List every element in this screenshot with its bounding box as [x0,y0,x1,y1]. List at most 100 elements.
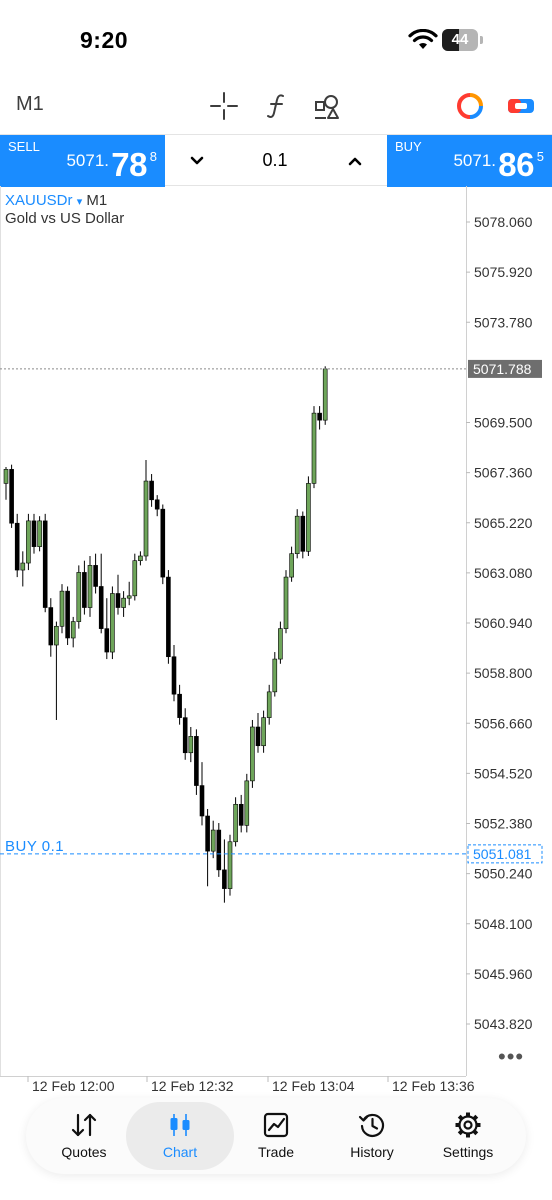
candle-body [42,520,48,608]
candle-body [199,785,205,817]
one-click-trading-icon[interactable] [506,91,536,121]
candle-body [76,572,82,622]
candle-body [132,560,138,597]
y-tick-label: 5058.800 [474,665,533,681]
candle-body [227,841,233,889]
y-tick-label: 5069.500 [474,415,533,431]
candle-body [37,520,42,547]
x-tick-label: 12 Feb 12:32 [151,1078,234,1094]
volume-decrease-chevron-icon[interactable] [183,147,211,175]
symbol-selector[interactable]: XAUUSDr ▾ M1 [5,192,107,209]
nav-label: Quotes [61,1144,107,1160]
timeframe-button[interactable]: M1 [16,93,44,116]
y-tick-label: 5078.060 [474,214,533,230]
candle-body [233,803,238,843]
buy-label: BUY [395,139,422,154]
y-tick-label: 5054.520 [474,765,533,781]
candle-body [300,515,306,552]
candle-body [154,499,160,510]
candle-body [121,597,126,608]
candle-body [166,576,171,658]
buy-price-main: 5071. [453,151,496,170]
candle-body [238,803,244,826]
indicator-function-icon[interactable] [262,91,292,121]
symbol-dropdown-icon: ▾ [76,196,83,208]
more-options-icon[interactable]: ••• [498,1044,524,1070]
status-time: 9:20 [80,27,129,53]
candle-body [311,412,317,484]
candle-body [20,562,26,571]
y-tick-label: 5052.380 [474,816,533,832]
nav-label: Chart [162,1144,198,1160]
buy-button[interactable]: BUY 5071. 86 5 [387,135,552,187]
y-tick-label: 5050.240 [474,866,533,882]
nav-quotes[interactable]: Quotes [34,1098,134,1174]
candle-body [104,628,110,653]
volume-increase-chevron-icon[interactable] [341,147,369,175]
quotes-arrows-icon [71,1113,97,1137]
candle-body [266,691,272,718]
settings-gear-icon [455,1112,481,1138]
bottom-navigation: Quotes Chart Trade History Settings [26,1098,526,1174]
y-tick-label: 5073.780 [474,314,533,330]
buy-price-sup: 5 [536,149,544,164]
candlestick-chart-icon [170,1114,190,1136]
y-tick-label: 5048.100 [474,916,533,932]
candle-body [98,586,104,629]
candle-body [14,522,20,571]
candle-body [216,829,222,871]
candle-body [322,368,328,421]
nav-label: History [350,1144,394,1160]
candle-body [210,829,216,852]
candle-body [289,553,294,578]
candle-body [182,717,188,754]
y-tick-label: 5056.660 [474,715,533,731]
sell-label: SELL [8,139,40,154]
candle-body [65,590,70,639]
wifi-icon [408,29,438,49]
y-tick-label: 5045.960 [474,966,533,982]
y-tick-label: 5043.820 [474,1016,533,1032]
candle-body [244,780,250,826]
candle-body [9,469,14,524]
symbol-timeframe: M1 [86,192,108,209]
nav-settings[interactable]: Settings [418,1098,518,1174]
nav-trade[interactable]: Trade [226,1098,326,1174]
sell-price-main: 5071. [66,151,109,170]
buy-order-line-label[interactable]: BUY 0.1 [5,838,64,855]
candle-body [194,736,199,786]
trade-bar: SELL 5071. 78 8 0.1 BUY 5071. 86 5 [0,134,552,187]
sell-price-sup: 8 [149,149,157,164]
sell-button[interactable]: SELL 5071. 78 8 [0,135,165,187]
candle-body [93,565,98,587]
buy-price-big: 86 [498,146,534,183]
chart-area[interactable]: 5078.060 5075.920 5073.780 5069.500 5067.360… [0,186,552,1098]
y-tick-label: 5075.920 [474,264,533,280]
candle-body [26,520,31,564]
nav-history[interactable]: History [322,1098,422,1174]
candle-body [188,736,194,754]
objects-shapes-icon[interactable] [313,91,343,121]
candle-body [283,576,289,629]
candle-body [82,572,87,608]
nav-label: Trade [257,1144,295,1160]
candle-body [317,412,322,421]
nav-chart[interactable]: Chart [126,1098,234,1174]
candle-body [138,555,143,561]
x-tick-label: 12 Feb 12:00 [32,1078,115,1094]
volume-value[interactable]: 0.1 [250,150,300,171]
x-tick-label: 12 Feb 13:36 [392,1078,475,1094]
candle-body [87,565,93,608]
candlestick-chart[interactable]: 5078.060 5075.920 5073.780 5069.500 5067.360… [0,186,552,1098]
crosshair-icon[interactable] [209,91,239,121]
candle-body [171,656,177,695]
account-status-icon[interactable] [455,91,485,121]
y-tick-label: 5060.940 [474,615,533,631]
candle-body [278,628,283,660]
symbol-name: XAUUSDr [5,192,73,209]
candle-body [306,483,311,552]
candle-body [177,693,182,718]
chart-toolbar: M1 [0,80,552,132]
candle-body [205,815,210,852]
candle-body [255,726,261,747]
